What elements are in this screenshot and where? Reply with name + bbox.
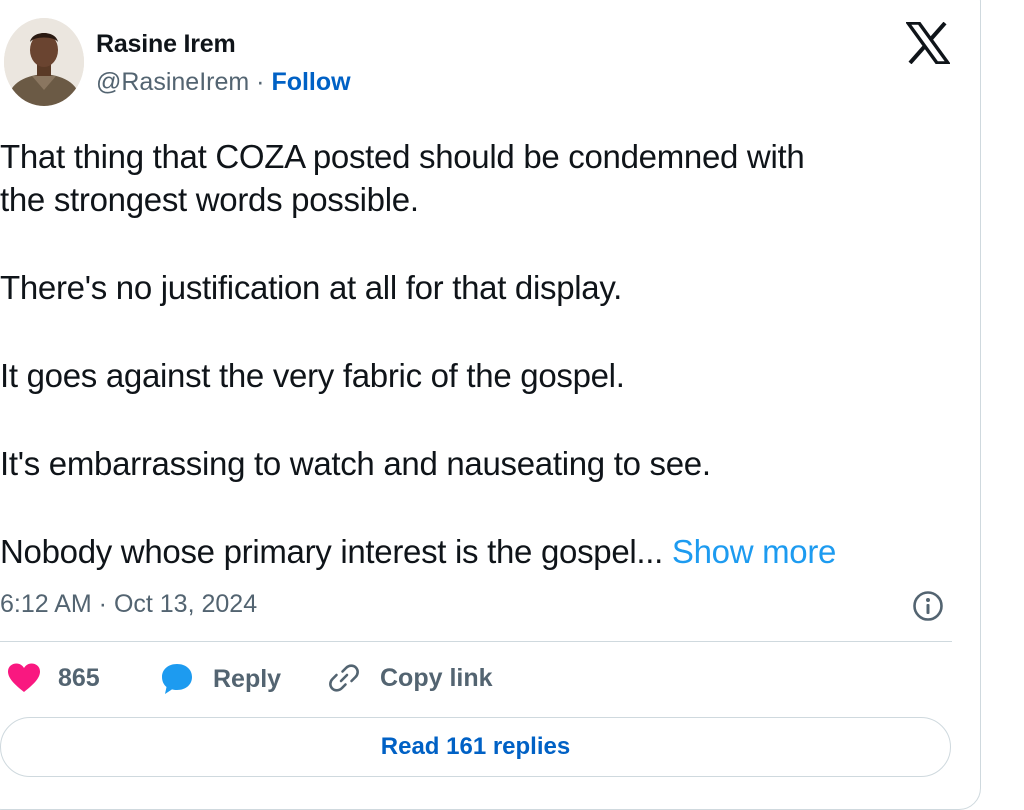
divider — [0, 641, 952, 642]
reply-button[interactable]: Reply — [160, 662, 281, 696]
post-line: That thing that COZA posted should be co… — [0, 138, 805, 175]
follow-button[interactable]: Follow — [271, 68, 350, 96]
post-line: It's embarrassing to watch and nauseatin… — [0, 445, 711, 482]
link-icon — [329, 664, 359, 692]
info-icon[interactable] — [912, 590, 944, 622]
speech-bubble-icon — [162, 664, 192, 694]
copy-link-label: Copy link — [380, 663, 493, 692]
post-line: There's no justification at all for that… — [0, 269, 622, 306]
post-line: the strongest words possible. — [0, 181, 419, 218]
heart-icon — [8, 663, 40, 692]
post-line: Nobody whose primary interest is the gos… — [0, 533, 664, 570]
like-button[interactable]: 865 — [6, 662, 100, 694]
read-replies-button[interactable]: Read 161 replies — [0, 717, 951, 777]
show-more-link[interactable]: Show more — [672, 533, 837, 570]
author-handle[interactable]: @RasineIrem — [96, 68, 249, 96]
post-timestamp[interactable]: 6:12 AM · Oct 13, 2024 — [0, 590, 257, 619]
copy-link-button[interactable]: Copy link — [328, 662, 493, 694]
post-text: That thing that COZA posted should be co… — [0, 135, 960, 573]
handle-separator: · — [256, 68, 265, 96]
post-line: It goes against the very fabric of the g… — [0, 357, 625, 394]
x-logo-icon[interactable] — [904, 21, 952, 65]
like-count: 865 — [58, 663, 100, 692]
avatar-image — [4, 18, 84, 106]
post-last-line: Nobody whose primary interest is the gos… — [0, 530, 960, 573]
reply-label: Reply — [213, 664, 282, 693]
avatar[interactable] — [4, 18, 84, 106]
author-handle-row: @RasineIrem · Follow — [96, 68, 351, 97]
author-name[interactable]: Rasine Irem — [96, 30, 236, 59]
